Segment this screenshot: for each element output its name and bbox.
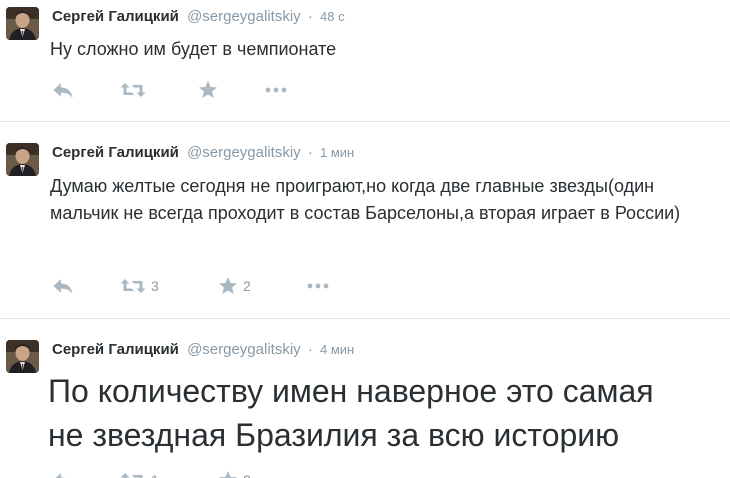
tweet-header: Сергей Галицкий @sergeygalitskiy · 1 мин — [52, 144, 354, 161]
avatar[interactable] — [6, 143, 39, 176]
more-icon — [265, 87, 287, 93]
star-icon — [218, 470, 238, 478]
favorite-count: 2 — [243, 472, 251, 478]
timestamp[interactable]: 1 мин — [320, 145, 354, 160]
tweet-text-line-1: По количеству имен наверное это самая — [48, 373, 654, 409]
separator: · — [307, 8, 313, 25]
tweet-text-line-2: не звездная Бразилия за всю историю — [48, 417, 620, 453]
author-name[interactable]: Сергей Галицкий — [52, 144, 179, 161]
star-icon — [198, 80, 218, 100]
author-name[interactable]: Сергей Галицкий — [52, 341, 179, 358]
favorite-button[interactable]: 2 — [218, 276, 251, 296]
more-icon — [307, 283, 329, 289]
tweet-divider — [0, 121, 730, 122]
author-handle[interactable]: @sergeygalitskiy — [187, 8, 301, 25]
favorite-button[interactable]: 2 — [218, 470, 251, 478]
avatar[interactable] — [6, 340, 39, 373]
separator: · — [307, 144, 313, 161]
retweet-button[interactable]: 1 — [120, 470, 159, 478]
retweet-icon — [120, 82, 146, 98]
reply-button[interactable] — [52, 80, 74, 100]
tweet-text: Ну сложно им будет в чемпионате — [50, 39, 337, 59]
tweet-header: Сергей Галицкий @sergeygalitskiy · 48 с — [52, 8, 345, 25]
timestamp[interactable]: 4 мин — [320, 342, 354, 357]
reply-button[interactable] — [52, 276, 74, 296]
retweet-button[interactable]: 3 — [120, 276, 159, 296]
retweet-button[interactable] — [120, 80, 151, 100]
reply-icon — [52, 82, 74, 99]
tweet-feed: Сергей Галицкий @sergeygalitskiy · 48 с … — [0, 0, 730, 478]
timestamp[interactable]: 48 с — [320, 9, 345, 24]
favorite-count: 2 — [243, 278, 251, 294]
separator: · — [307, 341, 313, 358]
reply-button[interactable] — [52, 470, 74, 478]
favorite-button[interactable] — [198, 80, 223, 100]
retweet-icon — [120, 278, 146, 294]
reply-icon — [52, 278, 74, 295]
retweet-icon — [120, 472, 146, 478]
retweet-count: 3 — [151, 278, 159, 294]
tweet-divider — [0, 318, 730, 319]
retweet-count: 1 — [151, 472, 159, 478]
tweet-header: Сергей Галицкий @sergeygalitskiy · 4 мин — [52, 341, 354, 358]
author-name[interactable]: Сергей Галицкий — [52, 8, 179, 25]
author-handle[interactable]: @sergeygalitskiy — [187, 144, 301, 161]
tweet-text: Думаю желтые сегодня не проиграют,но ког… — [50, 176, 681, 223]
more-button[interactable] — [307, 276, 329, 296]
reply-icon — [52, 472, 74, 478]
tweet-text: По количеству имен наверное это самая не… — [48, 369, 728, 457]
author-handle[interactable]: @sergeygalitskiy — [187, 341, 301, 358]
avatar[interactable] — [6, 7, 39, 40]
star-icon — [218, 276, 238, 296]
more-button[interactable] — [265, 80, 287, 100]
